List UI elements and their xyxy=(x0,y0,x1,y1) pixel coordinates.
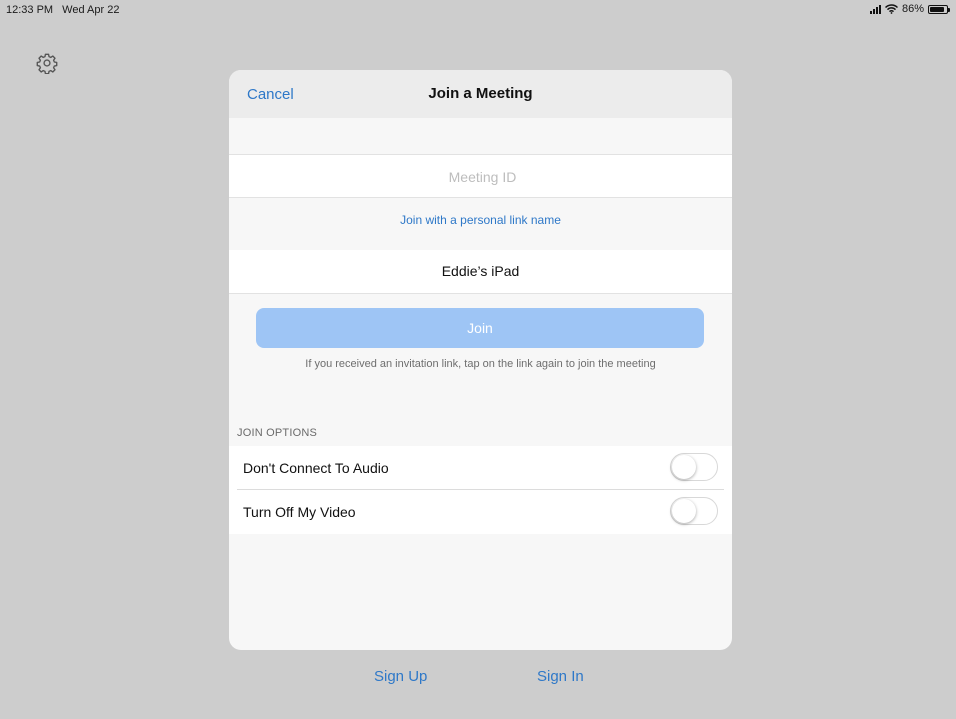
join-button[interactable]: Join xyxy=(256,308,704,348)
status-indicators: 86% xyxy=(869,3,950,15)
sign-up-link[interactable]: Sign Up xyxy=(374,668,427,685)
cellular-signal-icon xyxy=(869,4,881,14)
audio-toggle[interactable] xyxy=(670,453,718,481)
status-date: Wed Apr 22 xyxy=(62,4,120,16)
toggle-knob xyxy=(672,455,696,479)
display-name-field[interactable]: Eddie’s iPad xyxy=(229,250,732,294)
gear-icon[interactable] xyxy=(36,52,58,74)
option-label: Turn Off My Video xyxy=(243,504,356,520)
meeting-id-row xyxy=(229,154,732,199)
dialog-title: Join a Meeting xyxy=(428,85,533,102)
status-datetime: 12:33 PM Wed Apr 22 xyxy=(6,4,119,16)
join-options-list: Don't Connect To Audio Turn Off My Video xyxy=(229,446,732,534)
battery-percent: 86% xyxy=(901,3,924,15)
option-dont-connect-audio: Don't Connect To Audio xyxy=(237,446,724,490)
video-toggle[interactable] xyxy=(670,497,718,525)
option-turn-off-video: Turn Off My Video xyxy=(237,490,724,534)
join-options-header: JOIN OPTIONS xyxy=(237,427,318,439)
meeting-id-input[interactable] xyxy=(229,155,732,199)
dialog-header: Cancel Join a Meeting xyxy=(229,70,732,118)
join-meeting-dialog: Cancel Join a Meeting Join with a person… xyxy=(229,70,732,650)
toggle-knob xyxy=(672,499,696,523)
battery-icon xyxy=(928,4,950,14)
battery-level xyxy=(930,6,944,12)
status-time: 12:33 PM xyxy=(6,4,54,16)
status-bar: 12:33 PM Wed Apr 22 86% xyxy=(0,0,956,20)
personal-link-name-link[interactable]: Join with a personal link name xyxy=(229,213,732,227)
option-label: Don't Connect To Audio xyxy=(243,460,389,476)
sign-in-link[interactable]: Sign In xyxy=(537,668,584,685)
wifi-icon xyxy=(884,4,898,14)
invitation-hint: If you received an invitation link, tap … xyxy=(305,358,656,370)
